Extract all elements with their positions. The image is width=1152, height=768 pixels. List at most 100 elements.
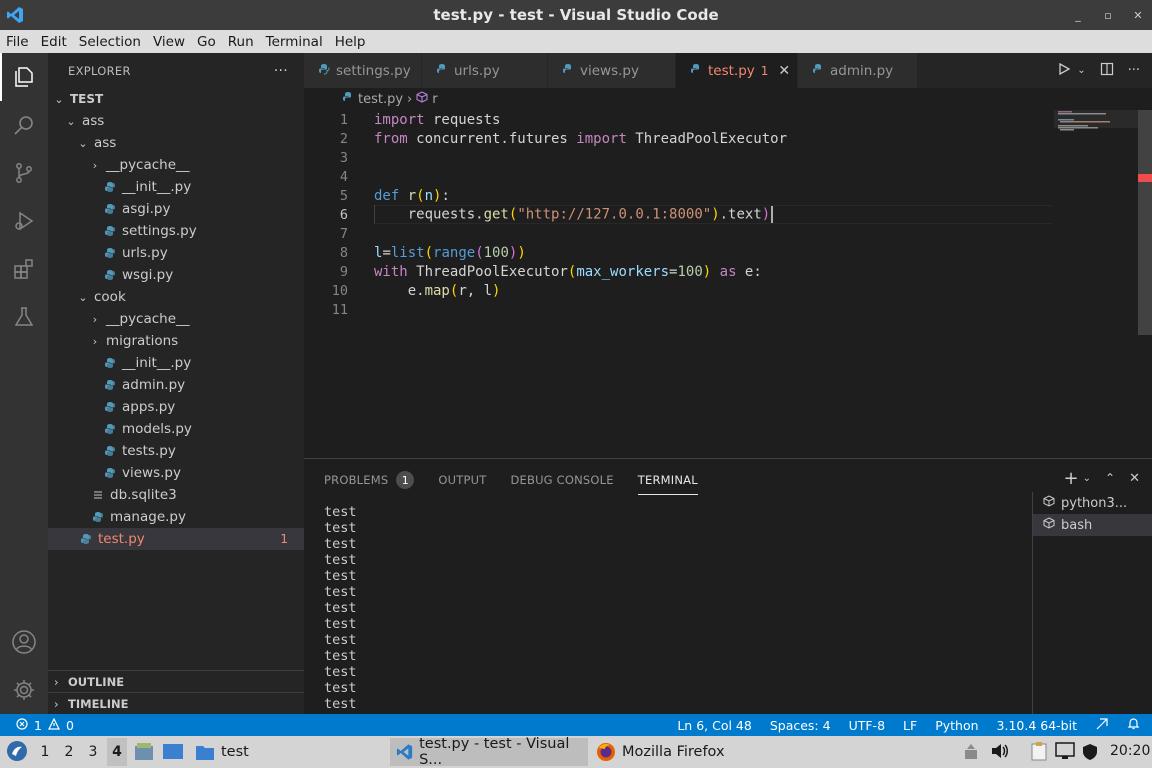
menu-go[interactable]: Go [191,34,222,50]
tree-file[interactable]: asgi.py [48,198,304,220]
breadcrumb-symbol[interactable]: r [432,92,437,107]
settings-gear-icon[interactable] [0,666,48,714]
start-menu-icon[interactable] [6,740,28,766]
maximize-icon[interactable]: ▫ [1102,9,1114,22]
panel-tab-debug-console[interactable]: DEBUG CONSOLE [510,465,613,495]
new-terminal-icon[interactable]: + [1064,468,1079,489]
tree-folder[interactable]: › __pycache__ [48,308,304,330]
search-icon[interactable] [0,101,48,149]
extensions-icon[interactable] [0,245,48,293]
editor-scrollbar[interactable] [1138,110,1152,458]
panel-tab-output[interactable]: OUTPUT [438,465,486,495]
run-file-icon[interactable] [1057,62,1071,80]
language-mode[interactable]: Python [935,718,978,733]
menu-help[interactable]: Help [329,34,372,50]
taskbar-folder-test[interactable]: test [195,738,249,766]
file-manager-icon[interactable] [134,742,154,766]
tree-file[interactable]: models.py [48,418,304,440]
minimap[interactable] [1054,110,1138,458]
tree-file[interactable]: test.py 1 [48,528,304,550]
tree-file[interactable]: db.sqlite3 [48,484,304,506]
clock[interactable]: 20:20 [1110,743,1150,759]
panel-tab-terminal[interactable]: TERMINAL [637,465,698,495]
close-panel-icon[interactable]: ✕ [1129,471,1140,486]
chevron-right-icon: › [92,334,98,348]
problems-status[interactable]: 1 0 [16,717,74,733]
chevron-down-icon[interactable]: ⌄ [1077,65,1085,76]
account-icon[interactable] [0,618,48,666]
tree-file[interactable]: __init__.py [48,176,304,198]
scrollbar-thumb[interactable] [1138,110,1152,335]
source-control-icon[interactable] [0,149,48,197]
workspace-3[interactable]: 3 [83,738,103,766]
tree-folder[interactable]: › migrations [48,330,304,352]
tab-admin[interactable]: admin.py [798,53,918,88]
panel-tab-problems[interactable]: PROBLEMS 1 [324,465,415,495]
tree-folder[interactable]: ⌄ ass [48,132,304,154]
tree-folder[interactable]: ⌄ TEST [48,88,304,110]
tree-file[interactable]: __init__.py [48,352,304,374]
more-actions-icon[interactable]: ··· [1128,63,1140,78]
tab-views[interactable]: views.py [548,53,676,88]
tree-file[interactable]: settings.py [48,220,304,242]
indentation[interactable]: Spaces: 4 [770,718,831,733]
timeline-section[interactable]: › TIMELINE [48,692,304,714]
tree-file[interactable]: manage.py [48,506,304,528]
terminal-line: test [324,584,357,600]
menu-selection[interactable]: Selection [73,34,147,50]
taskbar-app-firefox[interactable]: Mozilla Firefox [596,738,725,766]
tree-folder[interactable]: ⌄ ass [48,110,304,132]
tab-urls[interactable]: urls.py [422,53,548,88]
terminal-output[interactable]: test test test test test test test test test test… [324,504,357,712]
cursor-position[interactable]: Ln 6, Col 48 [677,718,752,733]
code-editor[interactable]: 1 2 3 4 5 6 7 8 9 10 11 import requests from concu… [304,110,1138,458]
menu-run[interactable]: Run [222,34,260,50]
tree-file[interactable]: wsgi.py [48,264,304,286]
chevron-down-icon[interactable]: ⌄ [1083,473,1091,484]
python-interpreter[interactable]: 3.10.4 64-bit [997,718,1077,733]
workspace-2[interactable]: 2 [59,738,79,766]
terminal-item-bash[interactable]: bash [1033,514,1152,536]
upload-icon[interactable] [962,742,980,764]
menu-terminal[interactable]: Terminal [260,34,329,50]
clipboard-icon[interactable] [1030,741,1048,765]
menu-edit[interactable]: Edit [35,34,73,50]
testing-icon[interactable] [0,293,48,341]
workspace-4[interactable]: 4 [107,738,127,766]
tab-settings[interactable]: settings.py [304,53,422,88]
feedback-icon[interactable] [1095,717,1109,734]
workspace-1[interactable]: 1 [35,738,55,766]
network-icon[interactable] [1055,742,1075,764]
outline-section[interactable]: › OUTLINE [48,670,304,692]
encoding[interactable]: UTF-8 [849,718,885,733]
tree-file[interactable]: tests.py [48,440,304,462]
volume-icon[interactable] [990,742,1010,764]
tree-folder[interactable]: ⌄ cook [48,286,304,308]
menu-view[interactable]: View [147,34,191,50]
tree-item-label: TEST [70,92,104,106]
notifications-bell-icon[interactable] [1127,717,1140,733]
taskbar-app-vscode[interactable]: test.py - test - Visual S... [390,736,588,768]
minimize-icon[interactable]: _ [1072,9,1084,22]
tab-close-icon[interactable]: ✕ [778,63,790,79]
tree-folder[interactable]: › __pycache__ [48,154,304,176]
menu-file[interactable]: File [0,34,35,50]
close-icon[interactable]: ✕ [1132,9,1144,22]
tree-file[interactable]: urls.py [48,242,304,264]
split-editor-icon[interactable] [1100,62,1114,80]
maximize-panel-icon[interactable]: ⌃ [1105,471,1115,485]
breadcrumb-file[interactable]: test.py [358,92,403,107]
tree-file[interactable]: admin.py [48,374,304,396]
explorer-more-icon[interactable]: ··· [274,63,288,79]
tab-label: urls.py [454,62,500,79]
desktop-icon[interactable] [162,742,184,766]
end-of-line[interactable]: LF [903,718,917,733]
explorer-icon[interactable] [0,53,48,101]
tree-file[interactable]: apps.py [48,396,304,418]
symbol-method-icon [416,91,428,107]
tab-test[interactable]: test.py 1 ✕ [676,53,798,88]
tree-file[interactable]: views.py [48,462,304,484]
run-debug-icon[interactable] [0,197,48,245]
shield-icon[interactable] [1082,743,1098,765]
terminal-item-python[interactable]: python3... [1033,492,1152,514]
